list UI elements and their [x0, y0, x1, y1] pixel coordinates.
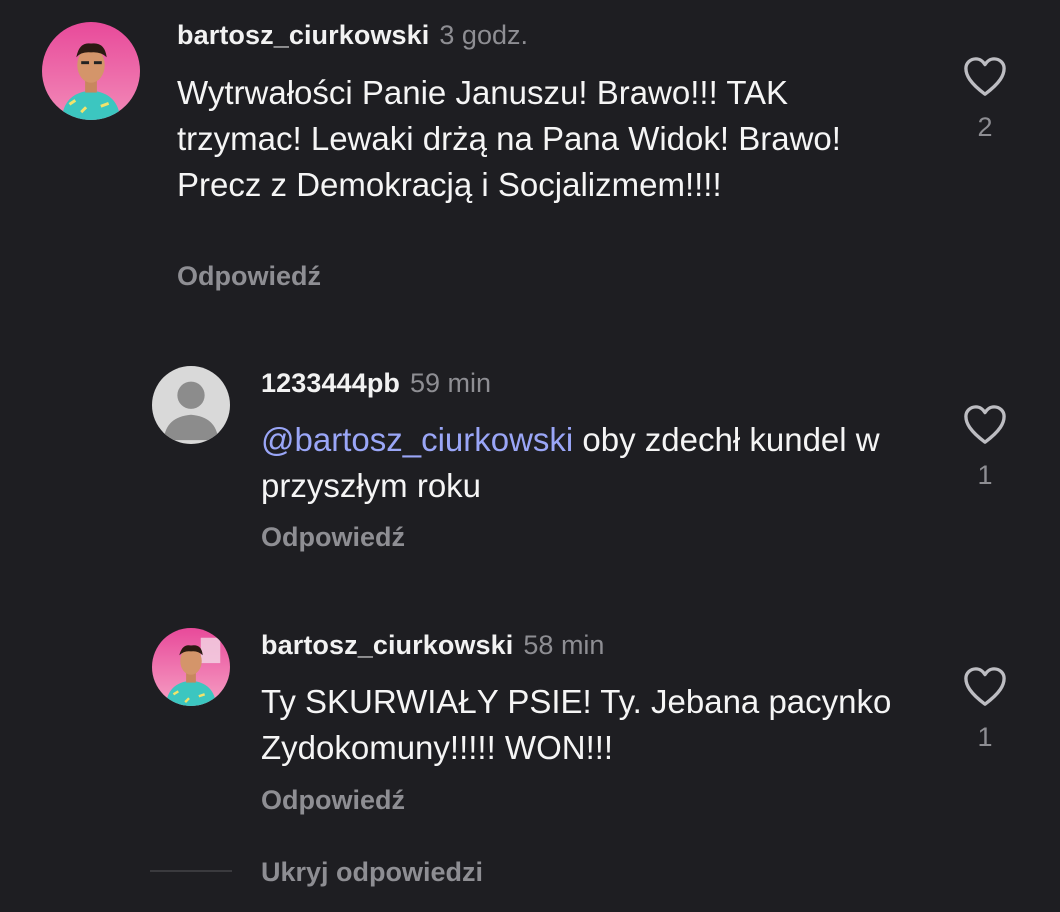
heart-icon — [964, 667, 1006, 706]
comment-text: @bartosz_ciurkowski oby zdechł kundel w … — [261, 417, 901, 509]
comment-header: bartosz_ciurkowski 3 godz. — [177, 18, 528, 52]
username-link[interactable]: bartosz_ciurkowski — [261, 630, 513, 660]
comment-header: 1233444pb 59 min — [261, 366, 491, 400]
like-count: 1 — [977, 460, 993, 490]
comment-text: Ty SKURWIAŁY PSIE! Ty. Jebana pacynko Zy… — [261, 683, 892, 766]
comment-text: Wytrwałości Panie Januszu! Brawo!!! TAK … — [177, 74, 841, 203]
heart-icon — [964, 405, 1006, 444]
like-count: 2 — [977, 112, 993, 142]
comment-header: bartosz_ciurkowski 58 min — [261, 628, 604, 662]
hide-replies-button[interactable]: Ukryj odpowiedzi — [261, 855, 483, 889]
heart-icon — [964, 57, 1006, 96]
timestamp: 59 min — [410, 368, 492, 398]
username-link[interactable]: 1233444pb — [261, 368, 400, 398]
timestamp: 3 godz. — [439, 20, 528, 50]
avatar[interactable] — [152, 366, 230, 444]
divider — [150, 870, 232, 872]
like-button[interactable]: 2 — [960, 56, 1010, 143]
avatar[interactable] — [152, 628, 230, 706]
timestamp: 58 min — [523, 630, 605, 660]
mention-link[interactable]: @bartosz_ciurkowski — [261, 421, 573, 458]
like-button[interactable]: 1 — [960, 666, 1010, 753]
like-button[interactable]: 1 — [960, 404, 1010, 491]
reply-button[interactable]: Odpowiedź — [261, 783, 405, 817]
reply-button[interactable]: Odpowiedź — [261, 520, 405, 554]
avatar[interactable] — [42, 22, 140, 120]
reply-button[interactable]: Odpowiedź — [177, 259, 321, 293]
like-count: 1 — [977, 722, 993, 752]
username-link[interactable]: bartosz_ciurkowski — [177, 20, 429, 50]
